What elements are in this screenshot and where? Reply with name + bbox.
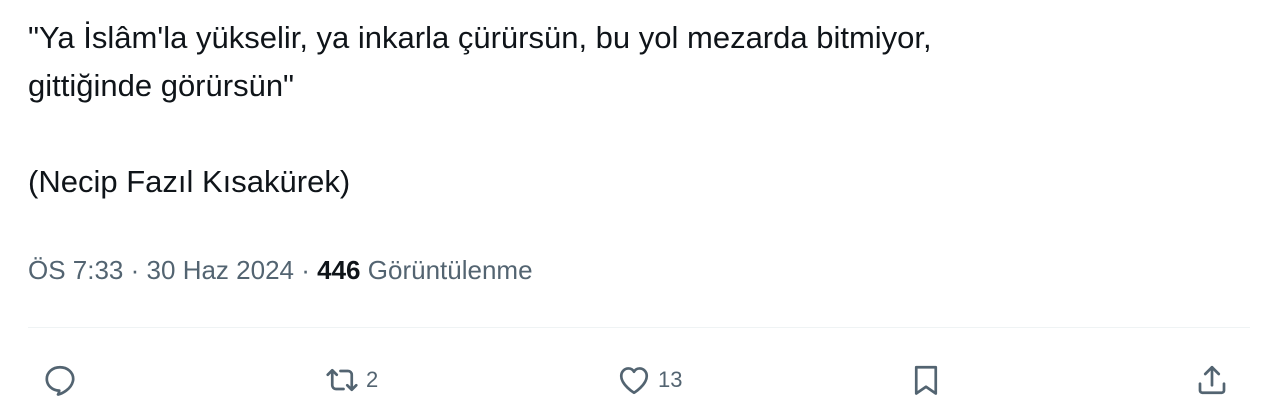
divider bbox=[28, 327, 1250, 328]
retweet-count: 2 bbox=[366, 367, 379, 392]
tweet-text-line: "Ya İslâm'la yükselir, ya inkarla çürürs… bbox=[28, 20, 932, 55]
retweet-icon bbox=[326, 368, 358, 392]
heart-icon bbox=[619, 367, 649, 395]
bookmark-icon bbox=[914, 365, 938, 395]
share-button[interactable] bbox=[1194, 358, 1236, 402]
tweet-text: "Ya İslâm'la yükselir, ya inkarla çürürs… bbox=[28, 14, 1228, 206]
share-icon bbox=[1198, 365, 1226, 395]
tweet-text-line: gittiğinde görürsün" bbox=[28, 68, 295, 103]
reply-button[interactable] bbox=[42, 358, 84, 402]
tweet-meta: ÖS 7:33 · 30 Haz 2024 · 446 Görüntülenme bbox=[28, 250, 533, 290]
retweet-button[interactable]: 2 bbox=[324, 358, 378, 402]
reply-icon bbox=[45, 365, 75, 396]
like-count: 13 bbox=[658, 367, 683, 392]
tweet-time[interactable]: ÖS 7:33 bbox=[28, 255, 123, 285]
tweet-date[interactable]: 30 Haz 2024 bbox=[147, 255, 294, 285]
like-button[interactable]: 13 bbox=[616, 358, 682, 402]
tweet-text-line: (Necip Fazıl Kısakürek) bbox=[28, 164, 351, 199]
views-count: 446 bbox=[317, 255, 361, 285]
bookmark-button[interactable] bbox=[908, 358, 950, 402]
views-label: Görüntülenme bbox=[367, 255, 533, 285]
tweet: "Ya İslâm'la yükselir, ya inkarla çürürs… bbox=[0, 0, 1280, 410]
meta-separator: · bbox=[130, 255, 140, 285]
meta-separator: · bbox=[301, 255, 310, 285]
